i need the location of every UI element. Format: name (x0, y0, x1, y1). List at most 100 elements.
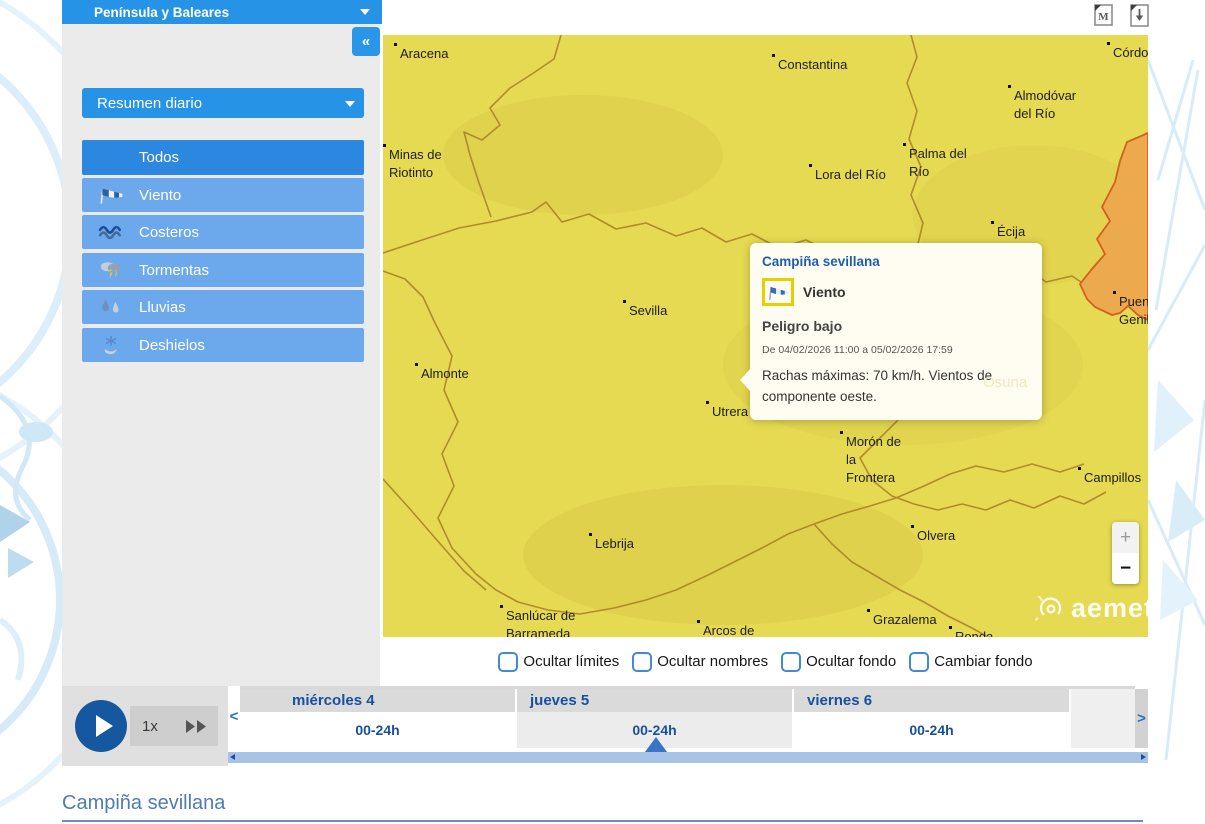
timeline-range-label[interactable]: 00-24h (240, 712, 515, 748)
filter-label: Viento (139, 187, 181, 204)
play-icon (96, 715, 113, 737)
map-document-icon[interactable]: M (1094, 4, 1113, 26)
map-zoom-controls: + − (1112, 522, 1139, 584)
filter-label: Costeros (139, 224, 199, 241)
windsock-icon (98, 185, 124, 205)
aemet-swirl-icon (1035, 596, 1065, 622)
filter-label: Deshielos (139, 337, 205, 354)
place-label-palma-del-rio: Palma delRío (909, 145, 967, 181)
filter-viento[interactable]: Viento (82, 178, 364, 212)
decorative-left-pattern (0, 0, 62, 824)
map-option-label: Ocultar fondo (806, 653, 896, 670)
filter-deshielos[interactable]: Deshielos (82, 328, 364, 362)
summary-type-selector[interactable]: Resumen diario (82, 88, 364, 118)
storm-icon (98, 260, 124, 280)
region-selector-label: Península y Baleares (94, 5, 229, 20)
timeline-next-day-partial (1071, 689, 1135, 748)
place-label-ecija: Écija (997, 223, 1025, 241)
warning-map[interactable]: Aracena Constantina Córdoba Almodóvardel Rí… (383, 35, 1148, 637)
place-label-utrera: Utrera (712, 403, 748, 421)
timeline-next-button[interactable]: > (1135, 689, 1148, 748)
tooltip-period: De 04/02/2026 11:00 a 05/02/2026 17:59 (762, 344, 1030, 356)
scrollbar-right-arrow-icon[interactable] (1141, 754, 1146, 760)
timeline-position-marker[interactable] (645, 737, 667, 752)
timeline-range-label[interactable]: 00-24h (794, 712, 1069, 748)
timeline-day-viernes-6[interactable]: viernes 600-24h (794, 689, 1071, 748)
map-options-row: Ocultar límites Ocultar nombres Ocultar fo… (383, 637, 1148, 686)
thaw-icon (98, 335, 124, 355)
timeline-day-label: jueves 5 (517, 689, 792, 712)
timeline-day-miercoles-4[interactable]: miércoles 400-24h (240, 689, 517, 748)
place-label-arcos-de: Arcos de (703, 622, 754, 637)
download-icon[interactable] (1130, 4, 1149, 27)
place-label-ronda: Ronda (955, 628, 993, 637)
filter-tormentas[interactable]: Tormentas (82, 253, 364, 287)
summary-type-label: Resumen diario (97, 95, 202, 112)
place-label-moron-de-la-frontera: Morón delaFrontera (846, 433, 901, 487)
timeline: < miércoles 400-24hjueves 500-24hviernes… (228, 686, 1148, 766)
top-action-icons: M (1094, 4, 1149, 27)
speed-control[interactable]: 1x (130, 706, 218, 746)
place-dot (415, 363, 418, 366)
timeline-prev-button[interactable]: < (228, 708, 240, 725)
place-dot (589, 533, 592, 536)
fast-forward-icon[interactable] (184, 719, 210, 734)
checkbox-icon[interactable] (498, 652, 518, 672)
player-panel: 1x (62, 686, 228, 766)
place-dot (1008, 85, 1011, 88)
sidebar-collapse-button[interactable]: « (352, 27, 380, 56)
place-label-sevilla: Sevilla (629, 302, 667, 320)
filter-todos[interactable]: Todos (82, 140, 364, 175)
place-label-faded: Osuna (983, 374, 1027, 391)
timeline-scrollbar[interactable] (228, 752, 1148, 763)
map-option-ocultar-limites[interactable]: Ocultar límites (498, 652, 619, 672)
place-label-almodovar-del-rio: Almodóvardel Río (1014, 87, 1076, 123)
place-label-minas-de-riotinto: Minas deRiotinto (389, 146, 442, 182)
place-label-cordoba: Córdoba (1113, 44, 1148, 62)
warning-tooltip: Campiña sevillana Viento Peligro bajo De… (750, 243, 1042, 420)
timeline-day-label: miércoles 4 (240, 689, 515, 712)
collapse-icon: « (362, 33, 370, 50)
place-label-olvera: Olvera (917, 527, 955, 545)
checkbox-icon[interactable] (781, 652, 801, 672)
map-option-cambiar-fondo[interactable]: Cambiar fondo (909, 652, 1032, 672)
tooltip-hazard-name: Viento (803, 284, 846, 300)
checkbox-icon[interactable] (632, 652, 652, 672)
tooltip-danger-level: Peligro bajo (762, 318, 1030, 334)
place-dot (840, 431, 843, 434)
scrollbar-left-arrow-icon[interactable] (230, 754, 235, 760)
filter-costeros[interactable]: Costeros (82, 215, 364, 249)
timeline-day-label: viernes 6 (794, 689, 1069, 712)
place-dot (1113, 291, 1116, 294)
waves-icon (98, 222, 124, 242)
footer-divider (62, 820, 1143, 822)
place-label-lebrija: Lebrija (595, 535, 634, 553)
region-selector[interactable]: Península y Baleares (62, 0, 382, 24)
zoom-in-button[interactable]: + (1112, 522, 1139, 553)
decorative-right-pattern (1148, 0, 1205, 824)
windsock-icon (762, 278, 794, 306)
chevron-down-icon (360, 9, 370, 15)
place-label-campillos: Campillos (1084, 469, 1141, 487)
place-dot (1078, 467, 1081, 470)
place-label-constantina: Constantina (778, 56, 847, 74)
map-option-ocultar-nombres[interactable]: Ocultar nombres (632, 652, 768, 672)
map-option-ocultar-fondo[interactable]: Ocultar fondo (781, 652, 896, 672)
place-dot (706, 401, 709, 404)
place-dot (991, 221, 994, 224)
place-dot (772, 54, 775, 57)
place-label-puente-genil: PuenteGenil (1119, 293, 1148, 329)
selected-zone-title: Campiña sevillana (62, 792, 225, 815)
filter-label: Tormentas (139, 262, 209, 279)
zoom-out-button[interactable]: − (1112, 553, 1139, 584)
place-label-aracena: Aracena (400, 45, 448, 63)
place-dot (623, 300, 626, 303)
tooltip-arrow (740, 369, 750, 391)
place-dot (500, 605, 503, 608)
place-dot (903, 143, 906, 146)
place-label-lora-del-rio: Lora del Río (815, 166, 886, 184)
play-button[interactable] (75, 700, 127, 752)
checkbox-icon[interactable] (909, 652, 929, 672)
place-dot (911, 525, 914, 528)
filter-lluvias[interactable]: Lluvias (82, 290, 364, 324)
